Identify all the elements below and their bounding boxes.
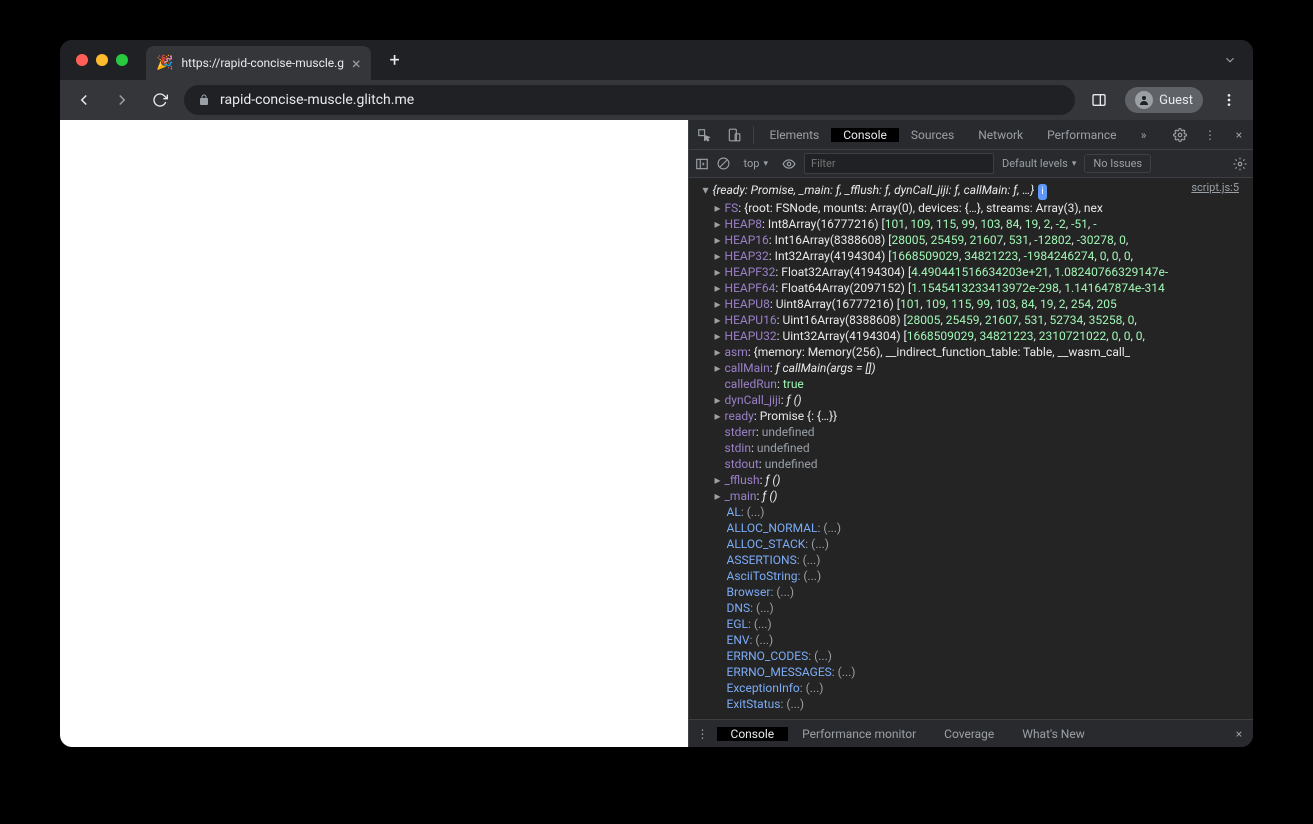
drawer-tab-console[interactable]: Console bbox=[717, 727, 789, 741]
devtools-panel: ElementsConsoleSourcesNetworkPerformance… bbox=[688, 120, 1253, 747]
new-tab-button[interactable]: + bbox=[381, 46, 409, 74]
tab-overflow-icon[interactable] bbox=[1223, 53, 1237, 67]
filter-input[interactable] bbox=[804, 153, 994, 174]
console-property[interactable]: ASSERTIONS: (...) bbox=[689, 552, 1253, 568]
console-property[interactable]: ALLOC_NORMAL: (...) bbox=[689, 520, 1253, 536]
console-property[interactable]: DNS: (...) bbox=[689, 600, 1253, 616]
console-property[interactable]: EGL: (...) bbox=[689, 616, 1253, 632]
log-levels-selector[interactable]: Default levels ▾ bbox=[1002, 157, 1076, 170]
drawer-tab-what-s-new[interactable]: What's New bbox=[1008, 727, 1098, 741]
console-property[interactable]: ▸HEAPU32: Uint32Array(4194304) [16685090… bbox=[689, 328, 1253, 344]
devtools-tab-elements[interactable]: Elements bbox=[758, 128, 832, 142]
drawer-tab-performance-monitor[interactable]: Performance monitor bbox=[788, 727, 930, 741]
context-selector[interactable]: top ▾ bbox=[738, 155, 774, 172]
browser-window: 🎉 https://rapid-concise-muscle.g × + rap… bbox=[60, 40, 1253, 747]
console-property[interactable]: stdout: undefined bbox=[689, 456, 1253, 472]
profile-label: Guest bbox=[1159, 93, 1193, 108]
drawer: ⋮ ConsolePerformance monitorCoverageWhat… bbox=[689, 719, 1253, 747]
console-property[interactable]: ▸HEAPF32: Float32Array(4194304) [4.49044… bbox=[689, 264, 1253, 280]
more-tabs-icon[interactable]: » bbox=[1129, 128, 1159, 142]
info-badge-icon[interactable]: i bbox=[1038, 184, 1046, 200]
devtools-tab-performance[interactable]: Performance bbox=[1035, 128, 1128, 142]
devtools-tab-sources[interactable]: Sources bbox=[899, 128, 966, 142]
issues-button[interactable]: No Issues bbox=[1084, 154, 1151, 173]
browser-tab[interactable]: 🎉 https://rapid-concise-muscle.g × bbox=[146, 46, 371, 80]
toolbar-right: Guest bbox=[1085, 86, 1243, 114]
page-viewport[interactable] bbox=[60, 120, 688, 747]
console-output[interactable]: script.js:5 ▾{ready: Promise, _main: ƒ, … bbox=[689, 178, 1253, 719]
close-drawer-button[interactable]: × bbox=[1225, 727, 1253, 741]
close-window-button[interactable] bbox=[76, 54, 88, 66]
console-settings-icon[interactable] bbox=[1233, 157, 1247, 171]
avatar-icon bbox=[1135, 91, 1153, 109]
console-property[interactable]: ▸_fflush: ƒ () bbox=[689, 472, 1253, 488]
console-property[interactable]: ▸HEAP8: Int8Array(16777216) [101, 109, 1… bbox=[689, 216, 1253, 232]
console-sidebar-toggle[interactable] bbox=[695, 157, 709, 171]
devtools-tabs: ElementsConsoleSourcesNetworkPerformance… bbox=[689, 120, 1253, 150]
minimize-window-button[interactable] bbox=[96, 54, 108, 66]
console-property[interactable]: ERRNO_MESSAGES: (...) bbox=[689, 664, 1253, 680]
close-tab-icon[interactable]: × bbox=[352, 54, 361, 73]
console-property[interactable]: ▸_main: ƒ () bbox=[689, 488, 1253, 504]
console-property[interactable]: Browser: (...) bbox=[689, 584, 1253, 600]
live-expression-icon[interactable] bbox=[782, 157, 796, 171]
console-property[interactable]: calledRun: true bbox=[689, 376, 1253, 392]
console-property[interactable]: AL: (...) bbox=[689, 504, 1253, 520]
menu-button[interactable] bbox=[1215, 86, 1243, 114]
console-property[interactable]: ALLOC_STACK: (...) bbox=[689, 536, 1253, 552]
console-property[interactable]: stderr: undefined bbox=[689, 424, 1253, 440]
side-panel-icon[interactable] bbox=[1085, 86, 1113, 114]
console-property[interactable]: ▸dynCall_jiji: ƒ () bbox=[689, 392, 1253, 408]
inspect-icon[interactable] bbox=[689, 128, 719, 142]
toolbar: rapid-concise-muscle.glitch.me Guest bbox=[60, 80, 1253, 120]
tab-strip: 🎉 https://rapid-concise-muscle.g × + bbox=[60, 40, 1253, 80]
clear-console-icon[interactable] bbox=[717, 157, 730, 170]
devtools-tab-console[interactable]: Console bbox=[831, 128, 899, 142]
content-area: ElementsConsoleSourcesNetworkPerformance… bbox=[60, 120, 1253, 747]
console-property[interactable]: ▸asm: {memory: Memory(256), __indirect_f… bbox=[689, 344, 1253, 360]
back-button[interactable] bbox=[70, 86, 98, 114]
close-devtools-button[interactable]: × bbox=[1225, 128, 1253, 142]
console-property[interactable]: stdin: undefined bbox=[689, 440, 1253, 456]
console-property[interactable]: ▸HEAP16: Int16Array(8388608) [28005, 254… bbox=[689, 232, 1253, 248]
address-bar[interactable]: rapid-concise-muscle.glitch.me bbox=[184, 85, 1075, 115]
console-property[interactable]: ▸FS: {root: FSNode, mounts: Array(0), de… bbox=[689, 200, 1253, 216]
console-property[interactable]: ▸HEAP32: Int32Array(4194304) [1668509029… bbox=[689, 248, 1253, 264]
tab-title: https://rapid-concise-muscle.g bbox=[181, 56, 344, 70]
console-property[interactable]: AsciiToString: (...) bbox=[689, 568, 1253, 584]
console-property[interactable]: ExceptionInfo: (...) bbox=[689, 680, 1253, 696]
console-toolbar: top ▾ Default levels ▾ No Issues bbox=[689, 150, 1253, 178]
drawer-tab-coverage[interactable]: Coverage bbox=[930, 727, 1008, 741]
drawer-menu-icon[interactable]: ⋮ bbox=[689, 727, 717, 741]
maximize-window-button[interactable] bbox=[116, 54, 128, 66]
console-property[interactable]: ExitStatus: (...) bbox=[689, 696, 1253, 712]
console-property[interactable]: ▸callMain: ƒ callMain(args = []) bbox=[689, 360, 1253, 376]
reload-button[interactable] bbox=[146, 86, 174, 114]
source-link[interactable]: script.js:5 bbox=[1191, 180, 1239, 196]
device-mode-icon[interactable] bbox=[719, 128, 749, 142]
console-property[interactable]: ERRNO_CODES: (...) bbox=[689, 648, 1253, 664]
console-property[interactable]: ▸ready: Promise {: {…}} bbox=[689, 408, 1253, 424]
lock-icon bbox=[198, 94, 210, 106]
console-property[interactable]: ▸HEAPU8: Uint8Array(16777216) [101, 109,… bbox=[689, 296, 1253, 312]
console-property[interactable]: ▸HEAPU16: Uint16Array(8388608) [28005, 2… bbox=[689, 312, 1253, 328]
profile-button[interactable]: Guest bbox=[1125, 87, 1203, 113]
favicon: 🎉 bbox=[156, 55, 173, 71]
devtools-menu-icon[interactable]: ⋮ bbox=[1195, 128, 1225, 142]
url-text: rapid-concise-muscle.glitch.me bbox=[220, 92, 414, 108]
console-property[interactable]: ▸HEAPF64: Float64Array(2097152) [1.15454… bbox=[689, 280, 1253, 296]
forward-button[interactable] bbox=[108, 86, 136, 114]
console-property[interactable]: ENV: (...) bbox=[689, 632, 1253, 648]
devtools-tab-network[interactable]: Network bbox=[966, 128, 1035, 142]
settings-icon[interactable] bbox=[1165, 128, 1195, 142]
window-controls bbox=[76, 54, 128, 66]
object-summary[interactable]: ▾{ready: Promise, _main: ƒ, _fflush: ƒ, … bbox=[689, 182, 1253, 200]
